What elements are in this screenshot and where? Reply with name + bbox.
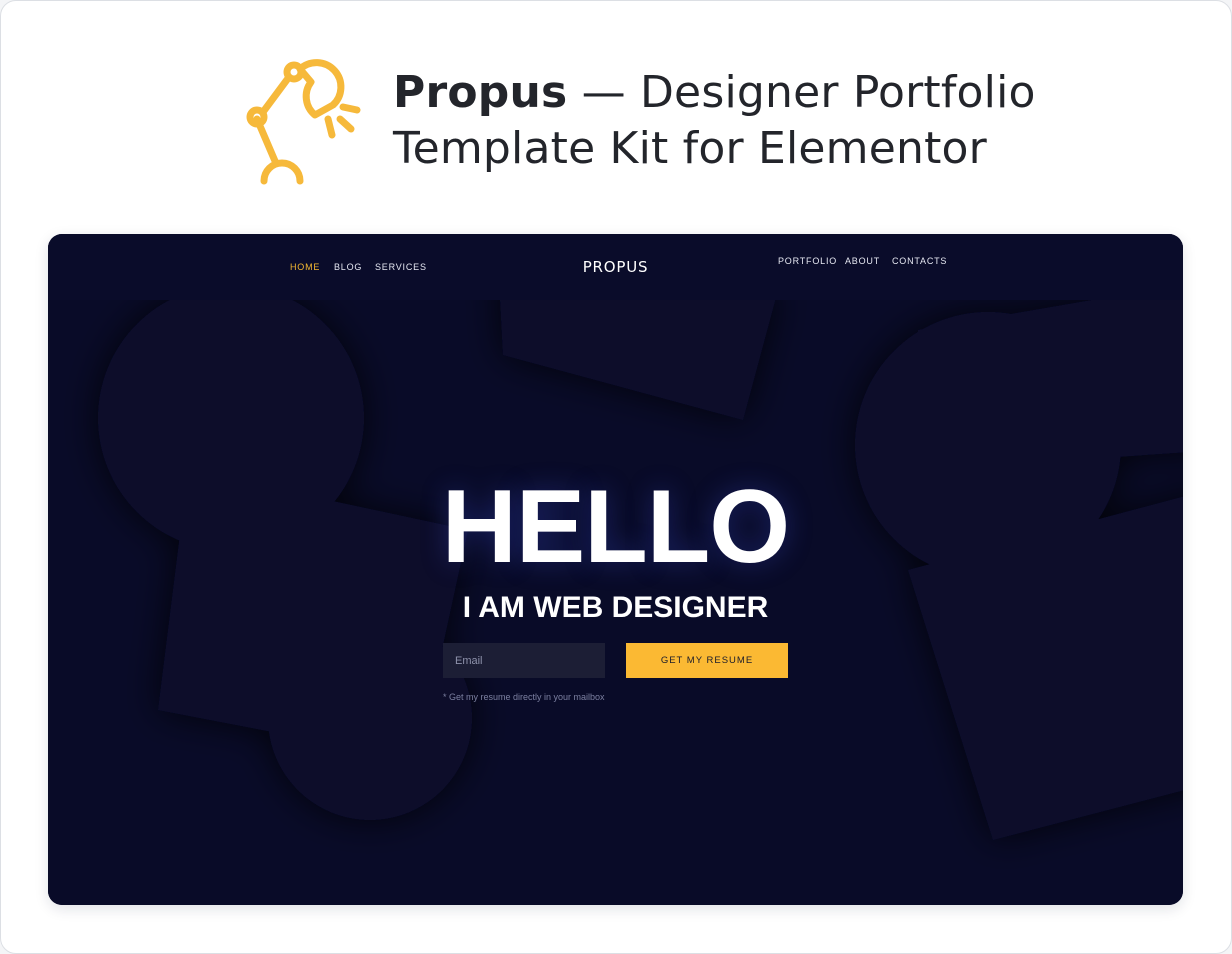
resume-hint: * Get my resume directly in your mailbox xyxy=(443,692,605,702)
nav-services[interactable]: SERVICES xyxy=(375,262,427,272)
get-resume-button[interactable]: GET MY RESUME xyxy=(626,643,788,678)
template-kit-banner: Propus — Designer Portfolio Template Kit… xyxy=(0,0,1232,954)
nav-blog[interactable]: BLOG xyxy=(334,262,362,272)
website-preview: HOME BLOG SERVICES PROPUS PORTFOLIO ABOU… xyxy=(48,234,1183,905)
site-logo[interactable]: PROPUS xyxy=(568,258,663,276)
title-line-2: Template Kit for Elementor xyxy=(393,123,987,174)
site-navbar: HOME BLOG SERVICES PROPUS PORTFOLIO ABOU… xyxy=(48,234,1183,300)
page-title: Propus — Designer Portfolio Template Kit… xyxy=(393,65,1093,177)
product-name: Propus xyxy=(393,67,568,118)
hero-subtitle: I AM WEB DESIGNER xyxy=(462,591,769,624)
email-field[interactable] xyxy=(443,643,605,678)
nav-home[interactable]: HOME xyxy=(290,262,320,272)
nav-about[interactable]: ABOUT xyxy=(845,256,880,266)
desk-lamp-icon xyxy=(246,59,361,185)
title-line-1: — Designer Portfolio xyxy=(567,67,1036,118)
hero-title: HELLO xyxy=(441,469,790,585)
nav-portfolio[interactable]: PORTFOLIO xyxy=(778,256,837,266)
nav-contacts[interactable]: CONTACTS xyxy=(892,256,947,266)
